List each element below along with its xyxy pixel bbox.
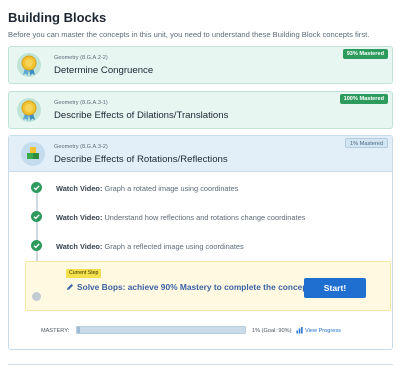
start-button[interactable]: Start!: [304, 278, 366, 298]
mastered-badge: 93% Mastered: [342, 49, 388, 59]
page-subtitle: Before you can master the concepts in th…: [8, 30, 370, 39]
step-text: Graph a rotated image using coordinates: [104, 184, 239, 193]
building-block-card[interactable]: Geometry (8.G.A.2-2) Determine Congruenc…: [8, 46, 393, 84]
step-item[interactable]: Watch Video: Graph a rotated image using…: [56, 184, 238, 193]
divider: [8, 364, 393, 365]
pencil-icon: [67, 284, 73, 290]
check-icon: [31, 240, 42, 251]
step-text: Graph a reflected image using coordinate…: [104, 242, 244, 251]
step-label: Watch Video:: [56, 184, 103, 193]
mastery-progress-fill: [77, 327, 80, 333]
block-code: Geometry (8.G.A.3-1): [54, 100, 108, 106]
block-name[interactable]: Describe Effects of Rotations/Reflection…: [54, 154, 228, 165]
gold-medal-icon: [17, 53, 41, 77]
step-label: Watch Video:: [56, 213, 103, 222]
block-code: Geometry (8.G.A.2-2): [54, 55, 108, 61]
check-icon: [31, 182, 42, 193]
mastery-progress-bar: [76, 326, 246, 334]
current-step-panel: Current Step Solve Bops: achieve 90% Mas…: [25, 261, 391, 311]
gold-medal-icon: [17, 98, 41, 122]
step-label: Watch Video:: [56, 242, 103, 251]
bar-chart-icon: [296, 327, 303, 334]
blocks-icon: [21, 142, 45, 166]
current-step-tag: Current Step: [66, 269, 102, 278]
step-item[interactable]: Watch Video: Understand how reflections …: [56, 213, 305, 222]
building-block-card-expanded: Geometry (8.G.A.3-2) Describe Effects of…: [8, 135, 393, 350]
block-header[interactable]: Geometry (8.G.A.3-2) Describe Effects of…: [9, 136, 392, 172]
mastery-goal-text: 1% (Goal: 90%): [252, 328, 292, 334]
page-title: Building Blocks: [8, 10, 107, 25]
step-item[interactable]: Watch Video: Graph a reflected image usi…: [56, 242, 244, 251]
pending-step-dot: [32, 292, 41, 301]
block-name[interactable]: Determine Congruence: [54, 65, 153, 76]
building-block-card[interactable]: Geometry (8.G.A.3-1) Describe Effects of…: [8, 91, 393, 129]
block-name[interactable]: Describe Effects of Dilations/Translatio…: [54, 110, 228, 121]
current-step-text: Solve Bops: achieve 90% Mastery to compl…: [77, 282, 311, 292]
step-text: Understand how reflections and rotations…: [104, 213, 306, 222]
mastered-badge: 1% Mastered: [345, 138, 388, 148]
mastered-badge: 100% Mastered: [339, 94, 388, 104]
mastery-label: MASTERY:: [41, 328, 70, 334]
block-code: Geometry (8.G.A.3-2): [54, 144, 108, 150]
check-icon: [31, 211, 42, 222]
view-progress-link[interactable]: View Progress: [305, 328, 341, 334]
